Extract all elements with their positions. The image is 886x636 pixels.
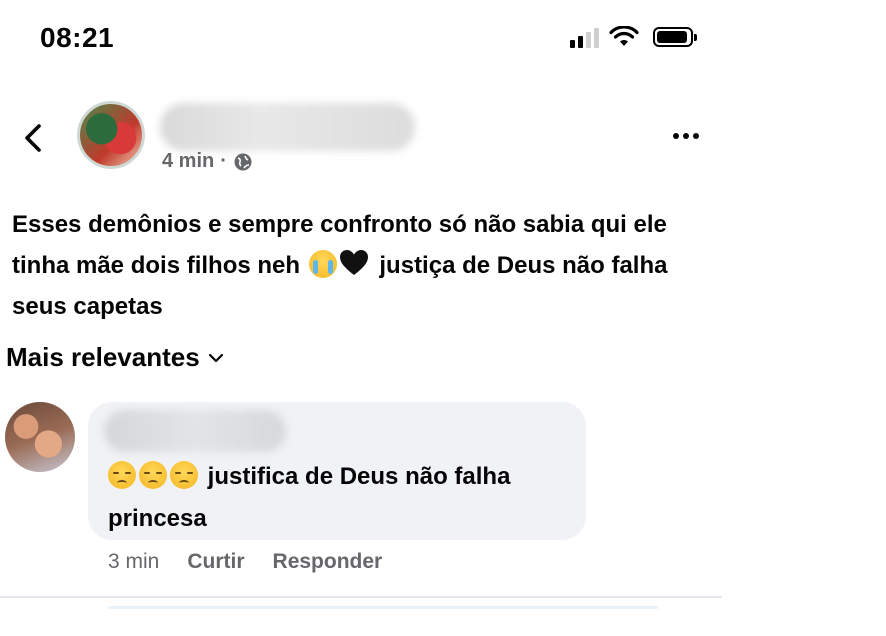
- divider: [0, 596, 722, 598]
- author-name-redacted[interactable]: [160, 103, 415, 151]
- comment-text: justifica de Deus não falha princesa: [108, 456, 578, 540]
- post-time: 4 min: [162, 150, 215, 172]
- battery-icon: [653, 27, 697, 47]
- more-options-button[interactable]: [668, 124, 704, 148]
- disappointed-face-emoji: [139, 461, 167, 489]
- comments-sort-dropdown[interactable]: Mais relevantes: [6, 342, 224, 373]
- commenter-name-redacted[interactable]: [104, 410, 286, 452]
- chevron-left-icon: [25, 124, 41, 152]
- wifi-icon: [609, 26, 639, 46]
- globe-icon: [234, 153, 252, 170]
- meta-separator: ·: [220, 150, 227, 172]
- like-button[interactable]: Curtir: [187, 550, 244, 574]
- post-meta: 4 min ·: [162, 150, 253, 173]
- more-horizontal-icon: [673, 133, 679, 139]
- disappointed-face-emoji: [170, 461, 198, 489]
- sort-label: Mais relevantes: [6, 342, 200, 372]
- signal-icon: [570, 26, 599, 48]
- back-button[interactable]: [18, 120, 48, 156]
- black-heart-emoji: [339, 250, 368, 275]
- comment-time: 3 min: [108, 550, 160, 573]
- author-avatar[interactable]: [77, 101, 145, 169]
- status-icons: [570, 26, 697, 48]
- post-text: Esses demônios e sempre confronto só não…: [12, 204, 712, 327]
- comment-body: justifica de Deus não falha princesa: [108, 463, 511, 532]
- chevron-down-icon: [208, 353, 223, 362]
- commenter-avatar[interactable]: [5, 402, 75, 472]
- disappointed-face-emoji: [108, 461, 136, 489]
- reply-button[interactable]: Responder: [273, 550, 383, 574]
- comment-actions: 3 min Curtir Responder: [108, 550, 382, 574]
- next-comment-edge: [108, 606, 658, 609]
- status-time: 08:21: [40, 22, 115, 53]
- crying-face-emoji: [308, 250, 337, 278]
